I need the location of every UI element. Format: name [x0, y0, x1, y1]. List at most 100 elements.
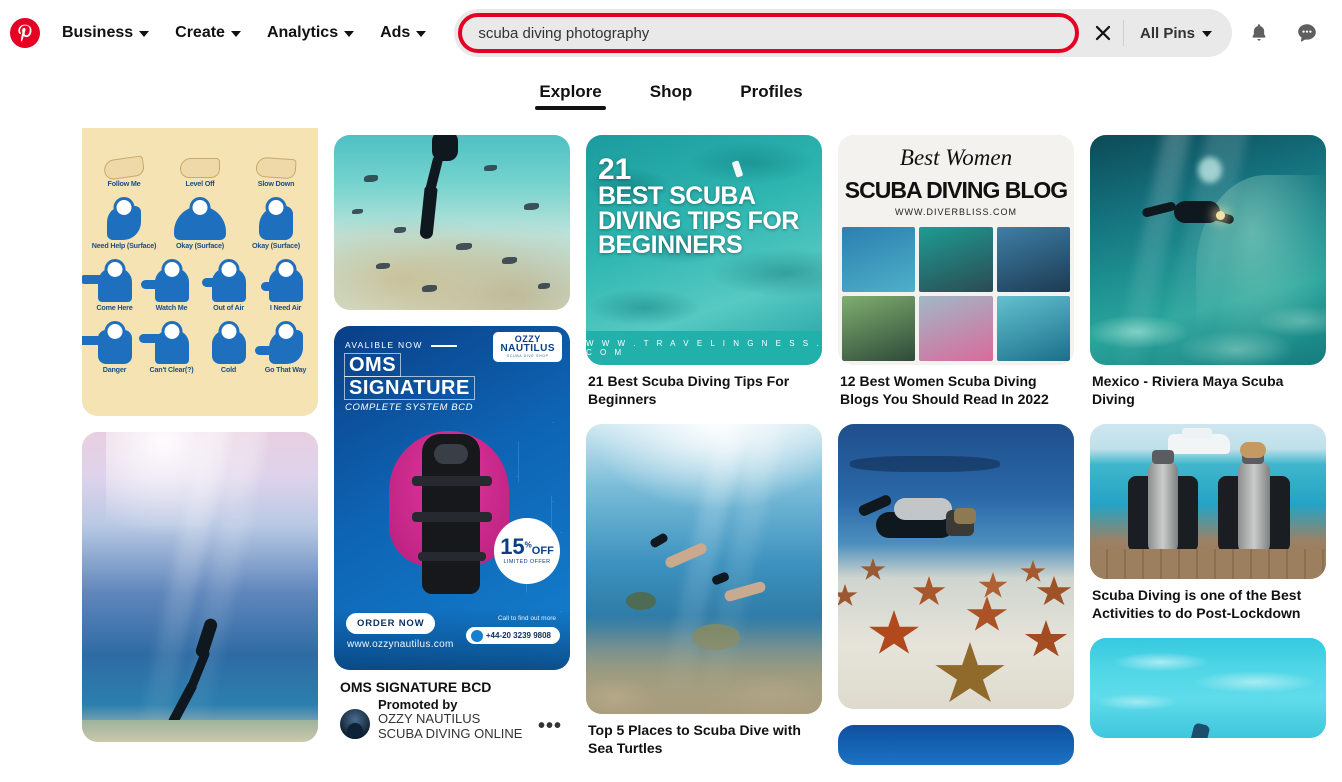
pinterest-logo-icon[interactable]: [10, 18, 40, 48]
signal-label: Can't Clear(?): [143, 365, 200, 374]
ad-call-label: Call to find out more: [498, 615, 556, 622]
nav-item-label: Analytics: [267, 24, 338, 42]
nav-item-analytics[interactable]: Analytics: [255, 16, 366, 50]
scuba-tanks-image: [1090, 424, 1326, 579]
tips-overlay-text: 21 BEST SCUBA DIVING TIPS FOR BEGINNERS: [598, 155, 814, 258]
pin-results-grid: Follow Me Level Off Slow Down: [0, 128, 1342, 782]
tips-line-1: BEST SCUBA: [598, 184, 814, 209]
women-blog-image: Best Women SCUBA DIVING BLOG WWW.DIVERBL…: [838, 135, 1074, 365]
signal-label: Need Help (Surface): [86, 241, 162, 250]
nav-item-label: Business: [62, 24, 133, 42]
signal-label: Cold: [200, 365, 257, 374]
signal-label: Go That Way: [257, 365, 314, 374]
reef-snorkeler-image: [334, 135, 570, 310]
ad-brand-line-1: OMS: [344, 353, 401, 377]
signal-label: Danger: [86, 365, 143, 374]
pin-scuba-tanks[interactable]: Scuba Diving is one of the Best Activiti…: [1090, 424, 1326, 622]
nav-item-ads[interactable]: Ads: [368, 16, 438, 50]
pin-oms-ad[interactable]: OZZY NAUTILUS SCUBA DIVE SHOP AVALIBLE N…: [334, 326, 570, 742]
search-input-value: scuba diving photography: [478, 25, 649, 42]
grid-column-4: Best Women SCUBA DIVING BLOG WWW.DIVERBL…: [838, 135, 1074, 781]
tab-label: Profiles: [740, 82, 802, 101]
signal-label: Okay (Surface): [162, 241, 238, 250]
logo-line-2: NAUTILUS: [500, 344, 555, 354]
pin-hand-signals[interactable]: Follow Me Level Off Slow Down: [82, 128, 318, 416]
discount-badge: 15%OFF LIMITED OFFER: [494, 518, 560, 584]
ad-website-url: www.ozzynautilus.com: [347, 639, 454, 650]
signal-label: I Need Air: [257, 303, 314, 312]
pin-filter-dropdown[interactable]: All Pins: [1124, 15, 1228, 52]
bell-icon: [1248, 22, 1270, 44]
tips-line-3: BEGINNERS: [598, 233, 814, 258]
pin-title: 21 Best Scuba Diving Tips For Beginners: [588, 373, 820, 408]
ad-subtitle: COMPLETE SYSTEM BCD: [345, 402, 473, 413]
chevron-down-icon: [139, 31, 149, 37]
chevron-down-icon: [1202, 31, 1212, 37]
signal-label: Watch Me: [143, 303, 200, 312]
diving-tips-image: 21 BEST SCUBA DIVING TIPS FOR BEGINNERS …: [586, 135, 822, 365]
pin-starfish-diver[interactable]: [838, 424, 1074, 709]
freediver-image: [82, 432, 318, 742]
nav-item-business[interactable]: Business: [50, 16, 161, 50]
pin-freediver[interactable]: [82, 432, 318, 742]
grid-column-3: 21 BEST SCUBA DIVING TIPS FOR BEGINNERS …: [586, 135, 822, 773]
pin-women-blog[interactable]: Best Women SCUBA DIVING BLOG WWW.DIVERBL…: [838, 135, 1074, 408]
promoted-by-row: Promoted by OZZY NAUTILUS SCUBA DIVING O…: [340, 697, 564, 742]
blog-photo-grid: [842, 227, 1070, 361]
grid-column-1: Follow Me Level Off Slow Down: [82, 128, 318, 758]
oms-signature-ad-image: OZZY NAUTILUS SCUBA DIVE SHOP AVALIBLE N…: [334, 326, 570, 670]
advertiser-avatar[interactable]: [340, 709, 370, 739]
search-input[interactable]: scuba diving photography: [458, 13, 1079, 53]
signal-label: Slow Down: [238, 179, 314, 188]
hand-signals-chart-image: Follow Me Level Off Slow Down: [82, 128, 318, 416]
messages-button[interactable]: [1286, 12, 1328, 54]
signal-label: Level Off: [162, 179, 238, 188]
chevron-down-icon: [231, 31, 241, 37]
tips-line-2: DIVING TIPS FOR: [598, 209, 814, 234]
search-result-tabs: Explore Shop Profiles: [0, 66, 1342, 128]
nav-item-create[interactable]: Create: [163, 16, 253, 50]
tab-label: Shop: [650, 82, 693, 101]
badge-off: OFF: [532, 545, 554, 557]
pin-sea-turtles[interactable]: Top 5 Places to Scuba Dive with Sea Turt…: [586, 424, 822, 757]
notifications-button[interactable]: [1238, 12, 1280, 54]
pin-title: Scuba Diving is one of the Best Activiti…: [1092, 587, 1324, 622]
signal-label: Okay (Surface): [238, 241, 314, 250]
clear-search-button[interactable]: [1083, 13, 1123, 53]
chevron-down-icon: [344, 31, 354, 37]
signal-label: Out of Air: [200, 303, 257, 312]
tab-label: Explore: [539, 82, 601, 101]
chevron-down-icon: [416, 31, 426, 37]
blog-script-title: Best Women: [838, 145, 1074, 171]
signal-label: Follow Me: [86, 179, 162, 188]
advertiser-name[interactable]: OZZY NAUTILUS SCUBA DIVING ONLINE: [378, 712, 528, 742]
pin-partial-bottom[interactable]: [838, 725, 1074, 765]
signal-label: Come Here: [86, 303, 143, 312]
tab-profiles[interactable]: Profiles: [730, 76, 812, 112]
ad-phone-number[interactable]: +44-20 3239 9808: [466, 627, 560, 644]
chat-bubble-icon: [1295, 21, 1319, 45]
ad-order-now-button[interactable]: ORDER NOW: [346, 613, 435, 634]
sea-turtles-image: [586, 424, 822, 714]
logo-line-3: SCUBA DIVE SHOP: [500, 355, 555, 359]
grid-column-2: OZZY NAUTILUS SCUBA DIVE SHOP AVALIBLE N…: [334, 135, 570, 758]
pin-reef-snorkeler[interactable]: [334, 135, 570, 310]
badge-number: 15: [500, 534, 524, 559]
pin-bright-water[interactable]: [1090, 638, 1326, 738]
search-bar: scuba diving photography All Pins: [454, 9, 1232, 57]
pin-title: Top 5 Places to Scuba Dive with Sea Turt…: [588, 722, 820, 757]
partial-pin-image: [838, 725, 1074, 765]
blog-heading: SCUBA DIVING BLOG: [838, 177, 1074, 204]
ozzy-nautilus-logo: OZZY NAUTILUS SCUBA DIVE SHOP: [493, 332, 562, 362]
tab-shop[interactable]: Shop: [640, 76, 703, 112]
grid-column-5: Mexico - Riviera Maya Scuba Diving Scuba: [1090, 135, 1326, 754]
cenote-diver-image: [1090, 135, 1326, 365]
promoted-by-label: Promoted by: [378, 697, 528, 712]
pin-diving-tips[interactable]: 21 BEST SCUBA DIVING TIPS FOR BEGINNERS …: [586, 135, 822, 408]
more-options-icon[interactable]: •••: [536, 715, 564, 742]
pin-cenote-diver[interactable]: Mexico - Riviera Maya Scuba Diving: [1090, 135, 1326, 408]
badge-percent: %: [525, 541, 532, 550]
tab-explore[interactable]: Explore: [529, 76, 611, 112]
pin-filter-label: All Pins: [1140, 25, 1195, 42]
pin-title: 12 Best Women Scuba Diving Blogs You Sho…: [840, 373, 1072, 408]
